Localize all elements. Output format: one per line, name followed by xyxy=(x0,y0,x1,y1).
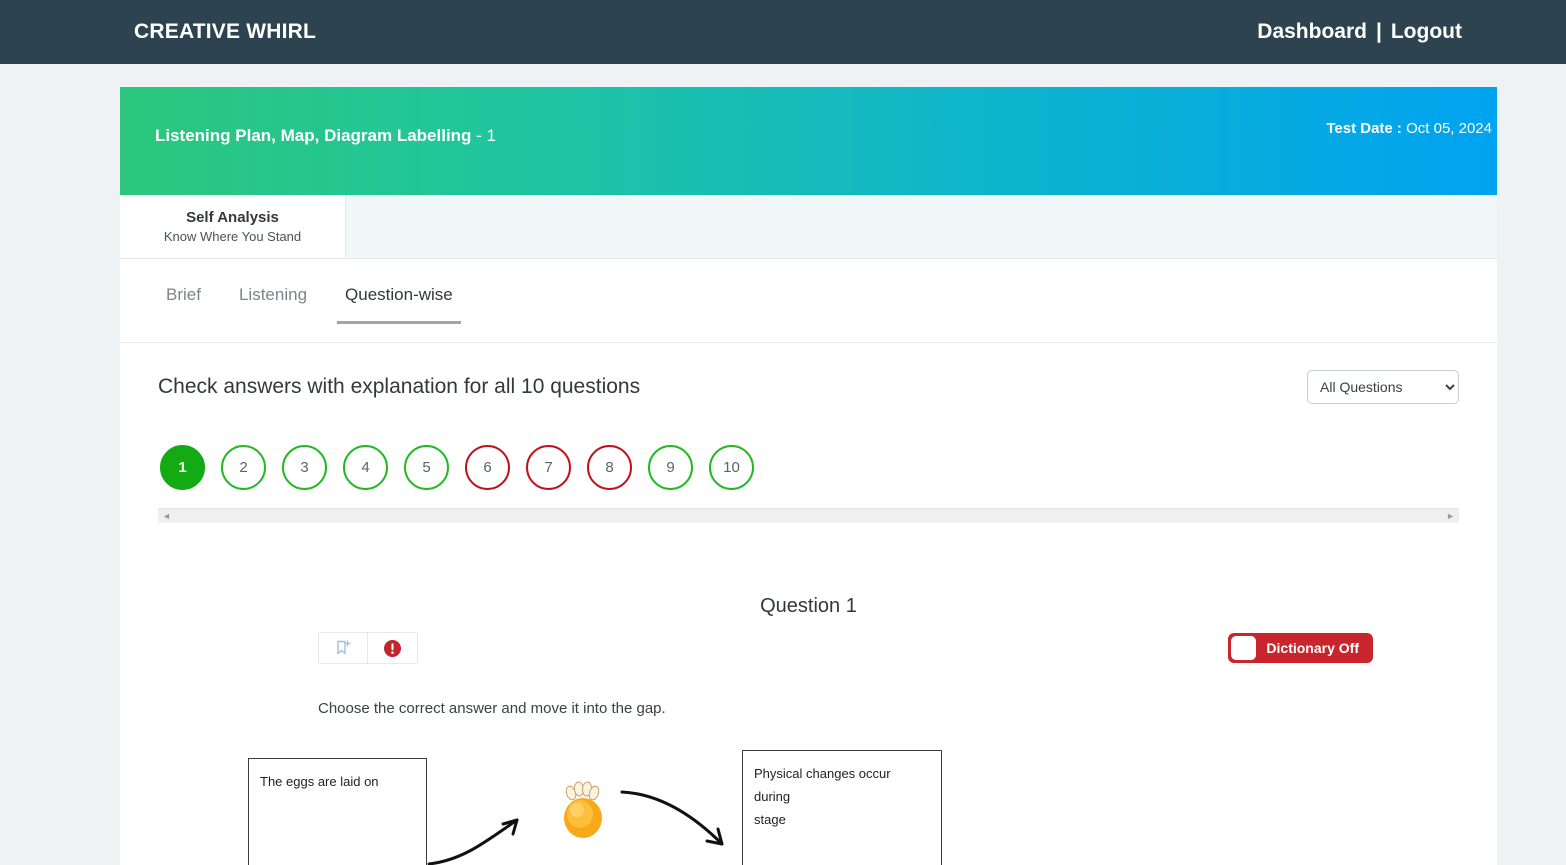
dictionary-toggle-label: Dictionary Off xyxy=(1266,640,1359,656)
scroll-left-arrow[interactable]: ◄ xyxy=(162,511,171,521)
diagram-right-line-2: during xyxy=(754,788,791,804)
bookmark-add-icon[interactable] xyxy=(319,633,368,663)
tab-listening[interactable]: Listening xyxy=(231,281,315,321)
scroll-right-arrow[interactable]: ► xyxy=(1446,511,1455,521)
question-number-label: 8 xyxy=(605,459,614,476)
tab-bar: Brief Listening Question-wise xyxy=(120,259,1497,343)
self-analysis-strip: Self Analysis Know Where You Stand xyxy=(120,195,1497,259)
dictionary-toggle-knob xyxy=(1231,636,1257,660)
question-tool-row: Dictionary Off xyxy=(158,632,1459,664)
egg-larva-illustration xyxy=(564,781,602,838)
question-number-label: 1 xyxy=(178,459,187,476)
self-analysis-title: Self Analysis xyxy=(186,209,279,226)
question-number-9[interactable]: 9 xyxy=(648,445,693,490)
question-number-label: 2 xyxy=(239,459,248,476)
diagram-arrow-left xyxy=(427,818,519,865)
test-title-text: Listening Plan, Map, Diagram Labelling xyxy=(155,126,472,145)
self-analysis-tab[interactable]: Self Analysis Know Where You Stand xyxy=(120,195,346,258)
test-date-label: Test Date : xyxy=(1326,120,1402,137)
question-diagram: The eggs are laid on Physical changes oc… xyxy=(248,750,1459,865)
diagram-left-box: The eggs are laid on xyxy=(248,758,427,865)
report-issue-icon[interactable] xyxy=(368,633,417,663)
question-number-nav: 1 2 3 4 5 6 7 8 9 10 xyxy=(158,404,1459,490)
logout-link[interactable]: Logout xyxy=(1391,20,1462,44)
question-filter-select[interactable]: All Questions xyxy=(1307,370,1459,404)
question-number-10[interactable]: 10 xyxy=(709,445,754,490)
test-date: Test Date : Oct 05, 2024 xyxy=(1326,120,1492,137)
test-date-value: Oct 05, 2024 xyxy=(1406,120,1492,137)
question-number-1[interactable]: 1 xyxy=(160,445,205,490)
question-number-3[interactable]: 3 xyxy=(282,445,327,490)
test-banner: Listening Plan, Map, Diagram Labelling -… xyxy=(120,87,1497,195)
self-analysis-filler xyxy=(346,195,1497,258)
question-number-label: 6 xyxy=(483,459,492,476)
question-number-label: 4 xyxy=(361,459,370,476)
diagram-right-box: Physical changes occur during stage xyxy=(742,750,942,865)
question-number-5[interactable]: 5 xyxy=(404,445,449,490)
content-area: Check answers with explanation for all 1… xyxy=(120,343,1497,865)
page-card: Listening Plan, Map, Diagram Labelling -… xyxy=(120,87,1497,865)
tab-brief[interactable]: Brief xyxy=(158,281,209,321)
question-nav-scrollbar[interactable]: ◄ ► xyxy=(158,508,1459,523)
question-number-7[interactable]: 7 xyxy=(526,445,571,490)
question-number-label: 3 xyxy=(300,459,309,476)
question-tool-group xyxy=(318,632,418,664)
diagram-right-line-3: stage xyxy=(754,811,786,827)
dictionary-toggle[interactable]: Dictionary Off xyxy=(1228,633,1373,663)
question-instruction: Choose the correct answer and move it in… xyxy=(318,700,666,717)
page-title: Check answers with explanation for all 1… xyxy=(158,375,641,398)
question-number-6[interactable]: 6 xyxy=(465,445,510,490)
question-number-8[interactable]: 8 xyxy=(587,445,632,490)
dashboard-link[interactable]: Dashboard xyxy=(1257,20,1367,44)
tab-question-wise[interactable]: Question-wise xyxy=(337,281,461,324)
brand-logo: CREATIVE WHIRL xyxy=(134,20,317,43)
self-analysis-subtitle: Know Where You Stand xyxy=(163,229,302,244)
question-number-4[interactable]: 4 xyxy=(343,445,388,490)
question-number-label: 10 xyxy=(723,459,740,476)
diagram-arrow-right xyxy=(620,790,724,846)
test-title-suffix: - 1 xyxy=(476,126,497,145)
question-number-2[interactable]: 2 xyxy=(221,445,266,490)
question-number-label: 7 xyxy=(544,459,553,476)
nav-links: Dashboard | Logout xyxy=(1257,20,1462,44)
diagram-right-line-1: Physical changes occur xyxy=(754,766,891,781)
question-heading: Question 1 xyxy=(760,595,857,617)
nav-separator: | xyxy=(1375,20,1382,43)
question-number-label: 5 xyxy=(422,459,431,476)
test-title: Listening Plan, Map, Diagram Labelling -… xyxy=(155,126,496,146)
content-head-row: Check answers with explanation for all 1… xyxy=(158,343,1459,404)
top-navbar: CREATIVE WHIRL Dashboard | Logout xyxy=(0,0,1566,64)
question-number-label: 9 xyxy=(666,459,675,476)
